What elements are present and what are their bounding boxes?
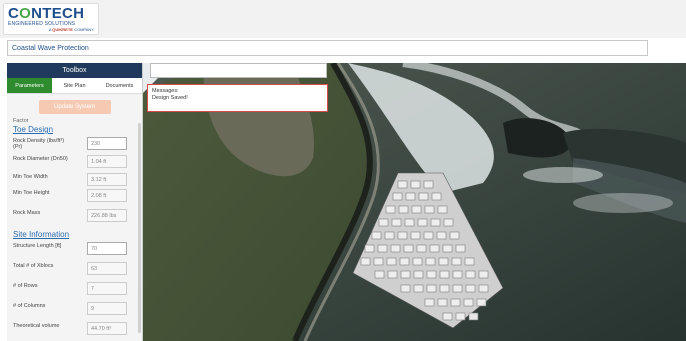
- map-search-input[interactable]: [150, 63, 327, 78]
- field-row: Total # of Xblocs 63: [7, 260, 142, 280]
- update-system-button[interactable]: Update System: [38, 100, 111, 114]
- factor-label: Factor: [13, 118, 29, 124]
- rock-diameter-value: 1.04 ft: [87, 155, 127, 168]
- toolbox-panel: Toolbox Parameters Site Plan Documents U…: [7, 63, 143, 341]
- toolbox-title: Toolbox: [7, 63, 142, 78]
- site-information-heading[interactable]: Site Information: [7, 227, 142, 240]
- field-label: Rock Density (lbs/ft³) (Pr): [13, 138, 65, 150]
- messages-text: Design Saved!: [152, 95, 188, 101]
- field-row: Min Toe Width 3.12 ft: [7, 171, 142, 187]
- field-label: Rock Diameter (Dn50): [13, 156, 68, 162]
- field-label: Structure Length [ft]: [13, 243, 62, 249]
- header-bar: CONTECH ENGINEERED SOLUTIONS A QUIKRETE …: [0, 0, 686, 38]
- tab-site-plan[interactable]: Site Plan: [52, 78, 97, 93]
- min-toe-height-value: 2.08 ft: [87, 189, 127, 202]
- field-row: Rock Density (lbs/ft³) (Pr) 230: [7, 135, 142, 153]
- field-label: Theoretical volume: [13, 323, 60, 329]
- project-title-field[interactable]: Coastal Wave Protection: [7, 40, 648, 56]
- field-label: Min Toe Width: [13, 174, 48, 180]
- field-row: # of Rows 7: [7, 280, 142, 300]
- toe-design-heading[interactable]: Toe Design: [7, 124, 142, 135]
- total-xblocs-value: 63: [87, 262, 127, 275]
- messages-title: Messages:: [152, 88, 179, 94]
- field-row: Min Toe Height 2.08 ft: [7, 187, 142, 207]
- field-row: Structure Length [ft] 70: [7, 240, 142, 260]
- field-label: # of Rows: [13, 283, 38, 289]
- tab-documents[interactable]: Documents: [97, 78, 142, 93]
- field-row: Rock Mass 226.88 lbs: [7, 207, 142, 227]
- logo-subtagline: A QUIKRETE COMPANY: [48, 27, 94, 32]
- rows-value: 7: [87, 282, 127, 295]
- rock-mass-value: 226.88 lbs: [87, 209, 127, 222]
- field-row: Theoretical volume 44.70 ft³: [7, 320, 142, 340]
- tab-parameters[interactable]: Parameters: [7, 78, 52, 93]
- columns-value: 9: [87, 302, 127, 315]
- toolbox-tabs: Parameters Site Plan Documents: [7, 78, 142, 94]
- theoretical-volume-value: 44.70 ft³: [87, 322, 127, 335]
- min-toe-width-value: 3.12 ft: [87, 173, 127, 186]
- field-label: Total # of Xblocs: [13, 263, 54, 269]
- contech-logo[interactable]: CONTECH ENGINEERED SOLUTIONS A QUIKRETE …: [3, 3, 99, 35]
- rock-density-input[interactable]: 230: [87, 137, 127, 150]
- field-row: # of Columns 9: [7, 300, 142, 320]
- field-label: Rock Mass: [13, 210, 41, 216]
- messages-panel: Messages: Design Saved!: [147, 84, 328, 112]
- field-label: # of Columns: [13, 303, 46, 309]
- logo-brand: CONTECH: [8, 5, 85, 22]
- field-label: Min Toe Height: [13, 190, 50, 196]
- field-row: Rock Diameter (Dn50) 1.04 ft: [7, 153, 142, 171]
- app-window: CONTECH ENGINEERED SOLUTIONS A QUIKRETE …: [0, 0, 686, 341]
- structure-length-input[interactable]: 70: [87, 242, 127, 255]
- toolbox-scrollbar[interactable]: [138, 123, 141, 333]
